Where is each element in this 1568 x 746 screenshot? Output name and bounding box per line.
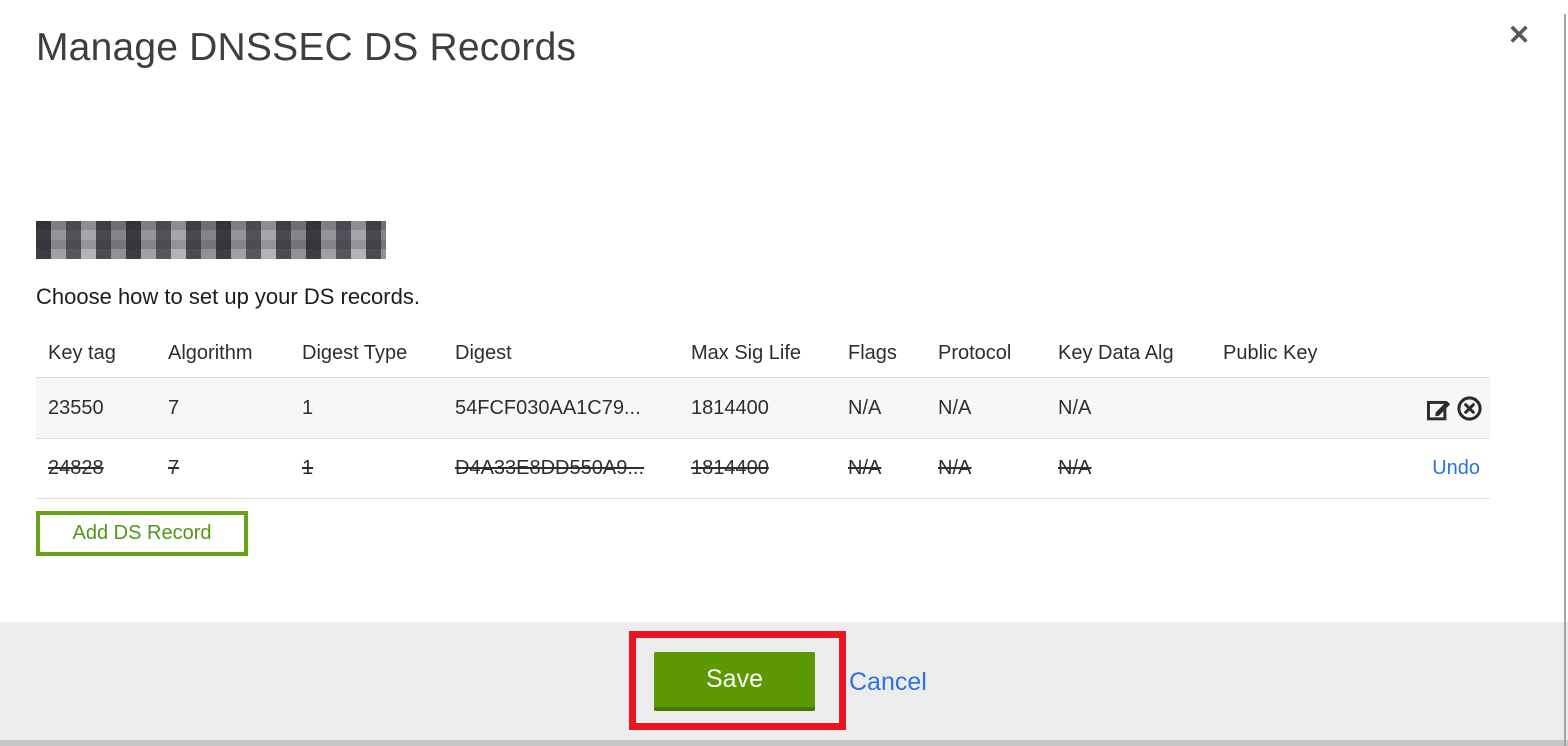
cell-key-data-alg: N/A: [1058, 457, 1092, 479]
col-header-key-tag: Key tag: [48, 342, 116, 364]
undo-link[interactable]: Undo: [1432, 457, 1480, 480]
edit-icon[interactable]: [1426, 395, 1453, 422]
table-row: 23550 7 1 54FCF030AA1C79... 1814400 N/A …: [36, 377, 1490, 438]
cell-protocol: N/A: [938, 457, 972, 479]
col-header-protocol: Protocol: [938, 342, 1012, 364]
col-header-digest: Digest: [455, 342, 512, 364]
intro-text: Choose how to set up your DS records.: [36, 284, 420, 309]
table-row-deleted: 24828 7 1 D4A33E8DD550A9... 1814400 N/A …: [36, 438, 1490, 499]
col-header-public-key: Public Key: [1223, 342, 1318, 364]
cell-algorithm: 7: [168, 457, 180, 479]
row-actions: [1426, 395, 1493, 422]
col-header-max-sig-life: Max Sig Life: [691, 342, 802, 364]
col-header-key-data-alg: Key Data Alg: [1058, 342, 1174, 364]
col-header-digest-type: Digest Type: [302, 342, 408, 364]
remove-icon[interactable]: [1456, 395, 1483, 422]
cancel-link[interactable]: Cancel: [849, 668, 927, 697]
cell-key-tag: 23550: [48, 396, 104, 419]
cell-digest-type: 1: [302, 457, 314, 479]
cell-flags: N/A: [848, 396, 882, 419]
add-ds-record-button[interactable]: Add DS Record: [36, 511, 248, 556]
cell-flags: N/A: [848, 457, 882, 479]
cell-protocol: N/A: [938, 396, 972, 419]
cell-key-tag: 24828: [48, 457, 104, 479]
redacted-domain-name: [36, 221, 386, 259]
close-icon[interactable]: ✕: [1502, 18, 1536, 52]
cell-algorithm: 7: [168, 396, 180, 419]
table-header-row: Key tag Algorithm Digest Type Digest Max…: [36, 330, 1490, 377]
cell-digest: D4A33E8DD550A9...: [455, 457, 645, 479]
col-header-flags: Flags: [848, 342, 897, 364]
dialog-right-border: [1564, 14, 1566, 746]
cell-digest-type: 1: [302, 396, 314, 419]
col-header-algorithm: Algorithm: [168, 342, 253, 364]
save-button[interactable]: Save: [654, 652, 815, 711]
row-actions: Undo: [1426, 457, 1490, 480]
cell-digest: 54FCF030AA1C79...: [455, 396, 641, 419]
page-title: Manage DNSSEC DS Records: [36, 26, 577, 69]
cell-max-sig-life: 1814400: [691, 396, 769, 419]
ds-records-table: Key tag Algorithm Digest Type Digest Max…: [36, 330, 1490, 499]
cell-max-sig-life: 1814400: [691, 457, 769, 479]
bottom-edge: [0, 740, 1568, 746]
cell-key-data-alg: N/A: [1058, 396, 1092, 419]
